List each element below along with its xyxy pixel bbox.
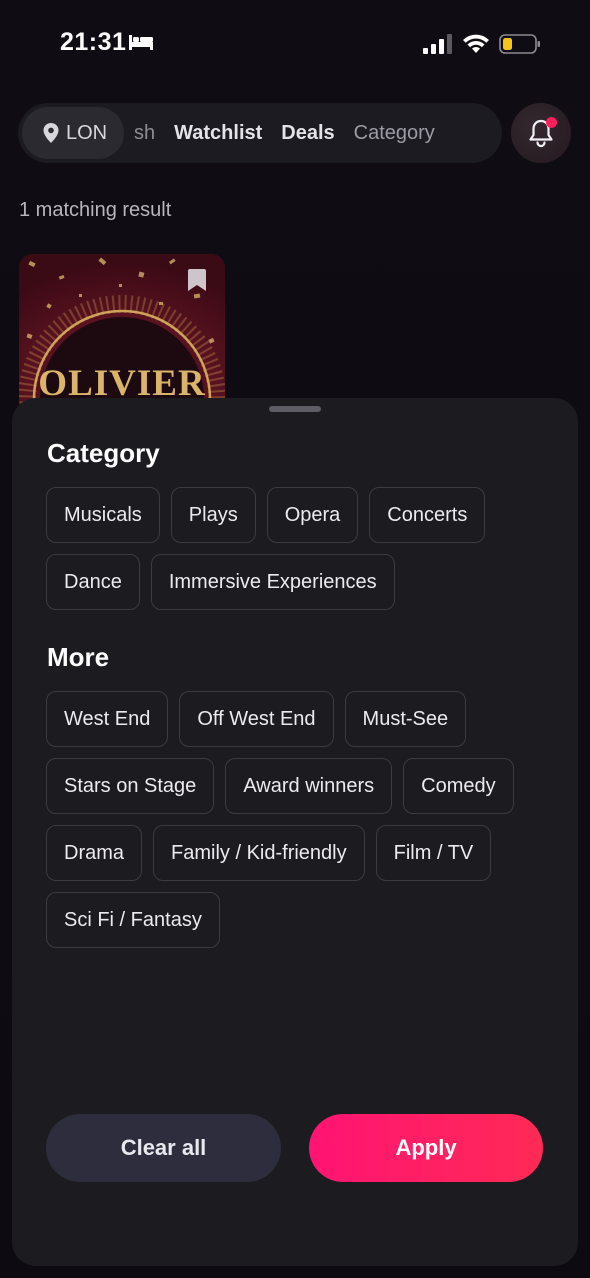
notification-dot: [546, 117, 557, 128]
sheet-handle[interactable]: [269, 406, 321, 412]
tab-deals[interactable]: Deals: [281, 122, 334, 145]
chip-drama[interactable]: Drama: [46, 825, 143, 881]
nav-tabs: sh Watchlist Deals Category: [134, 103, 435, 163]
bookmark-icon[interactable]: [187, 268, 207, 292]
status-time: 21:31: [60, 28, 127, 56]
location-selector[interactable]: LON: [22, 107, 124, 159]
chip-family-kid-friendly[interactable]: Family / Kid-friendly: [153, 825, 365, 881]
chip-plays[interactable]: Plays: [170, 487, 256, 543]
category-section-title: Category: [47, 438, 160, 468]
chip-must-see[interactable]: Must-See: [344, 691, 467, 747]
bed-icon: [129, 35, 153, 50]
chip-stars-on-stage[interactable]: Stars on Stage: [46, 758, 215, 814]
category-chips: Musicals Plays Opera Concerts Dance Imme…: [46, 487, 546, 610]
status-bar: 21:31: [0, 0, 590, 90]
more-chips: West End Off West End Must-See Stars on …: [46, 691, 546, 948]
chip-off-west-end[interactable]: Off West End: [179, 691, 334, 747]
chip-award-winners[interactable]: Award winners: [225, 758, 393, 814]
tab-partial[interactable]: sh: [134, 122, 155, 145]
signal-icon: [423, 34, 452, 54]
app-screen: 21:31 LON sh Watchlist Deals Category 1 …: [0, 0, 590, 1278]
location-label: LON: [66, 121, 108, 144]
chip-film-tv[interactable]: Film / TV: [375, 825, 492, 881]
chip-opera[interactable]: Opera: [266, 487, 359, 543]
wifi-icon: [463, 34, 489, 53]
more-section-title: More: [47, 642, 110, 672]
filter-sheet: Category Musicals Plays Opera Concerts D…: [12, 398, 578, 1266]
show-poster-card[interactable]: OLIVIER: [19, 254, 225, 414]
notifications-button[interactable]: [511, 103, 571, 163]
chip-concerts[interactable]: Concerts: [369, 487, 486, 543]
result-count: 1 matching result: [19, 199, 172, 221]
tab-watchlist[interactable]: Watchlist: [174, 122, 262, 145]
top-nav: LON sh Watchlist Deals Category: [18, 103, 502, 163]
location-pin-icon: [43, 123, 59, 143]
chip-dance[interactable]: Dance: [46, 554, 140, 610]
chip-musicals[interactable]: Musicals: [46, 487, 160, 543]
apply-button[interactable]: Apply: [309, 1114, 543, 1182]
chip-sci-fi-fantasy[interactable]: Sci Fi / Fantasy: [46, 892, 220, 948]
tab-category[interactable]: Category: [354, 122, 435, 145]
chip-immersive-experiences[interactable]: Immersive Experiences: [150, 554, 395, 610]
clear-all-button[interactable]: Clear all: [46, 1114, 281, 1182]
battery-icon: [499, 34, 540, 54]
chip-comedy[interactable]: Comedy: [403, 758, 514, 814]
chip-west-end[interactable]: West End: [46, 691, 169, 747]
